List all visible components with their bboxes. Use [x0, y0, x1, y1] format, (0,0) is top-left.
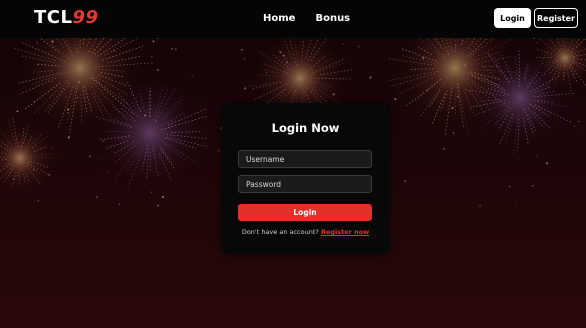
login-card: Login Now Login Don't have an account? R…: [222, 103, 389, 254]
login-title: Login Now: [271, 121, 340, 135]
main-nav: Home Bonus: [263, 12, 350, 26]
nav-home[interactable]: Home: [263, 12, 295, 26]
header-register-button[interactable]: Register: [534, 8, 578, 28]
top-header: TCL99 Home Bonus Login Register: [0, 0, 586, 38]
page: TCL99 Home Bonus Login Register Login No…: [0, 0, 586, 328]
register-now-link[interactable]: Register now: [321, 228, 369, 236]
site-logo[interactable]: TCL99: [34, 8, 99, 28]
header-login-button[interactable]: Login: [494, 8, 531, 28]
no-account-text: Don't have an account?: [241, 228, 319, 236]
signup-prompt: Don't have an account? Register now: [222, 228, 389, 237]
username-input[interactable]: [238, 150, 372, 168]
logo-text-main: TCL: [34, 7, 73, 28]
nav-bonus[interactable]: Bonus: [315, 12, 350, 26]
login-submit-button[interactable]: Login: [238, 204, 372, 221]
password-input[interactable]: [238, 175, 372, 193]
logo-text-accent: 99: [72, 7, 99, 28]
